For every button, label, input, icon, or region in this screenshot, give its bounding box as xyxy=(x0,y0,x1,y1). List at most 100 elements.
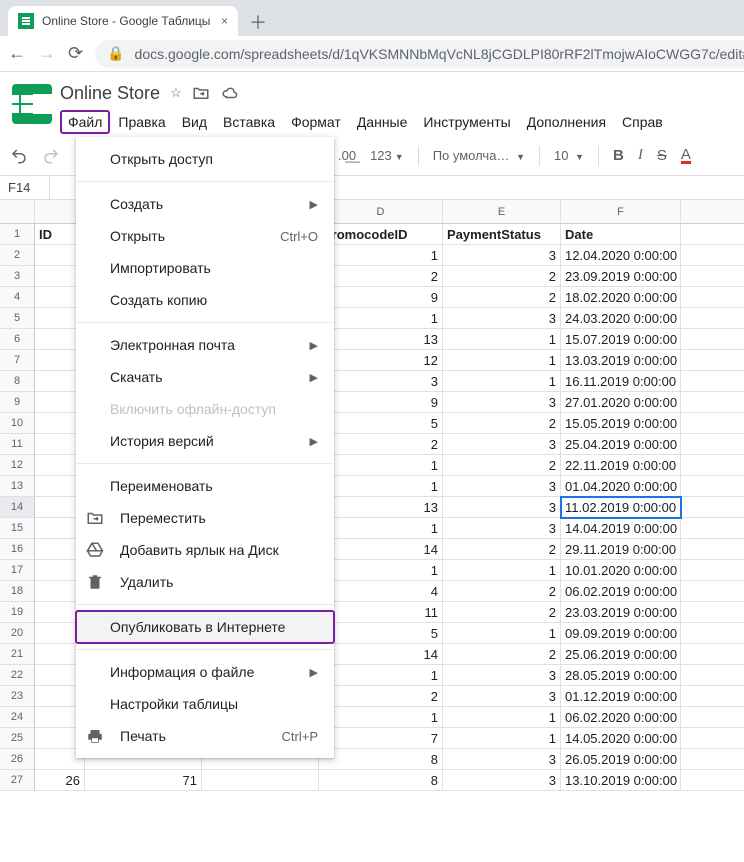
cell[interactable]: 8 xyxy=(319,770,443,791)
menu-format[interactable]: Формат xyxy=(283,110,349,134)
address-bar[interactable]: 🔒 docs.google.com/spreadsheets/d/1qVKSMN… xyxy=(95,40,744,68)
menu-item[interactable]: ПечатьCtrl+P xyxy=(76,720,334,752)
cell[interactable]: 26.05.2019 0:00:00 xyxy=(561,749,681,770)
cell[interactable]: 2 xyxy=(319,434,443,455)
row-header[interactable]: 8 xyxy=(0,371,35,392)
row-header[interactable]: 12 xyxy=(0,455,35,476)
menu-item[interactable]: ОткрытьCtrl+O xyxy=(76,220,334,252)
row-header[interactable]: 24 xyxy=(0,707,35,728)
cell[interactable]: 27.01.2020 0:00:00 xyxy=(561,392,681,413)
col-header[interactable]: D xyxy=(319,200,443,224)
cell[interactable] xyxy=(681,413,744,434)
cell[interactable]: 3 xyxy=(319,371,443,392)
menu-item[interactable]: Электронная почта▶ xyxy=(76,329,334,361)
italic-button[interactable]: I xyxy=(638,147,643,164)
cell[interactable]: 9 xyxy=(319,287,443,308)
cell[interactable]: 3 xyxy=(443,245,561,266)
row-header[interactable]: 23 xyxy=(0,686,35,707)
cell[interactable]: 1 xyxy=(319,518,443,539)
cell[interactable]: 13.10.2019 0:00:00 xyxy=(561,770,681,791)
cell[interactable] xyxy=(681,266,744,287)
cell[interactable]: PromocodeID xyxy=(319,224,443,245)
cell[interactable] xyxy=(681,770,744,791)
cell[interactable]: 2 xyxy=(319,686,443,707)
cell[interactable]: 13 xyxy=(319,497,443,518)
cell[interactable]: 1 xyxy=(443,371,561,392)
cell[interactable] xyxy=(681,581,744,602)
cell[interactable]: 2 xyxy=(443,413,561,434)
menu-item[interactable]: Открыть доступ xyxy=(76,143,334,175)
cell[interactable]: 4 xyxy=(319,581,443,602)
cell[interactable]: 1 xyxy=(443,329,561,350)
cell[interactable]: 11 xyxy=(319,602,443,623)
row-header[interactable]: 25 xyxy=(0,728,35,749)
cell[interactable]: 5 xyxy=(319,623,443,644)
cell[interactable]: PaymentStatus xyxy=(443,224,561,245)
row-header[interactable]: 18 xyxy=(0,581,35,602)
cell[interactable]: 25.06.2019 0:00:00 xyxy=(561,644,681,665)
cell[interactable]: 5 xyxy=(319,413,443,434)
row-header[interactable]: 7 xyxy=(0,350,35,371)
menu-item[interactable]: Создать▶ xyxy=(76,188,334,220)
redo-button[interactable] xyxy=(42,147,60,165)
cell[interactable]: 71 xyxy=(85,770,202,791)
row-header[interactable]: 9 xyxy=(0,392,35,413)
row-header[interactable]: 26 xyxy=(0,749,35,770)
cell[interactable] xyxy=(681,329,744,350)
cell[interactable]: 3 xyxy=(443,518,561,539)
cell[interactable]: Date xyxy=(561,224,681,245)
browser-tab[interactable]: Online Store - Google Таблицы × xyxy=(8,6,238,36)
cell[interactable]: 13 xyxy=(319,329,443,350)
row-header[interactable]: 2 xyxy=(0,245,35,266)
text-color-button[interactable]: A xyxy=(681,148,691,164)
menu-item[interactable]: Скачать▶ xyxy=(76,361,334,393)
cell[interactable]: 1 xyxy=(319,476,443,497)
menu-help[interactable]: Справ xyxy=(614,110,671,134)
menu-item[interactable]: Переименовать xyxy=(76,470,334,502)
row-header[interactable]: 17 xyxy=(0,560,35,581)
sheets-logo[interactable] xyxy=(12,84,52,124)
row-header[interactable]: 4 xyxy=(0,287,35,308)
row-header[interactable]: 16 xyxy=(0,539,35,560)
font-size[interactable]: 10 ▼ xyxy=(554,148,584,163)
cell[interactable]: 1 xyxy=(443,350,561,371)
cell[interactable]: 01.04.2020 0:00:00 xyxy=(561,476,681,497)
cell[interactable]: 18.02.2020 0:00:00 xyxy=(561,287,681,308)
col-header[interactable]: F xyxy=(561,200,681,224)
cell[interactable]: 24.03.2020 0:00:00 xyxy=(561,308,681,329)
row-header[interactable]: 20 xyxy=(0,623,35,644)
col-header[interactable] xyxy=(681,200,744,224)
cell[interactable] xyxy=(681,287,744,308)
cell[interactable] xyxy=(681,371,744,392)
cell[interactable] xyxy=(681,392,744,413)
cell[interactable]: 3 xyxy=(443,749,561,770)
cell[interactable] xyxy=(681,308,744,329)
row-header[interactable]: 19 xyxy=(0,602,35,623)
row-header[interactable]: 3 xyxy=(0,266,35,287)
cell[interactable]: 8 xyxy=(319,749,443,770)
cell[interactable]: 1 xyxy=(319,560,443,581)
star-icon[interactable]: ☆ xyxy=(170,85,182,101)
cloud-icon[interactable] xyxy=(220,84,240,102)
cell[interactable] xyxy=(681,245,744,266)
cell[interactable]: 2 xyxy=(443,287,561,308)
cell[interactable]: 06.02.2019 0:00:00 xyxy=(561,581,681,602)
cell[interactable]: 12 xyxy=(319,350,443,371)
cell[interactable]: 1 xyxy=(443,560,561,581)
reload-button[interactable]: ⟳ xyxy=(68,43,83,64)
menu-item[interactable]: Удалить xyxy=(76,566,334,598)
cell[interactable]: 1 xyxy=(319,245,443,266)
cell[interactable] xyxy=(681,455,744,476)
cell[interactable]: 10.01.2020 0:00:00 xyxy=(561,560,681,581)
cell[interactable]: 7 xyxy=(319,728,443,749)
menu-item[interactable]: Опубликовать в Интернете xyxy=(76,611,334,643)
row-header[interactable]: 5 xyxy=(0,308,35,329)
cell[interactable]: 2 xyxy=(443,266,561,287)
row-header[interactable]: 11 xyxy=(0,434,35,455)
cell[interactable]: 12.04.2020 0:00:00 xyxy=(561,245,681,266)
cell[interactable]: 16.11.2019 0:00:00 xyxy=(561,371,681,392)
row-header[interactable]: 1 xyxy=(0,224,35,245)
menu-tools[interactable]: Инструменты xyxy=(415,110,518,134)
cell[interactable] xyxy=(681,602,744,623)
row-header[interactable]: 14 xyxy=(0,497,35,518)
